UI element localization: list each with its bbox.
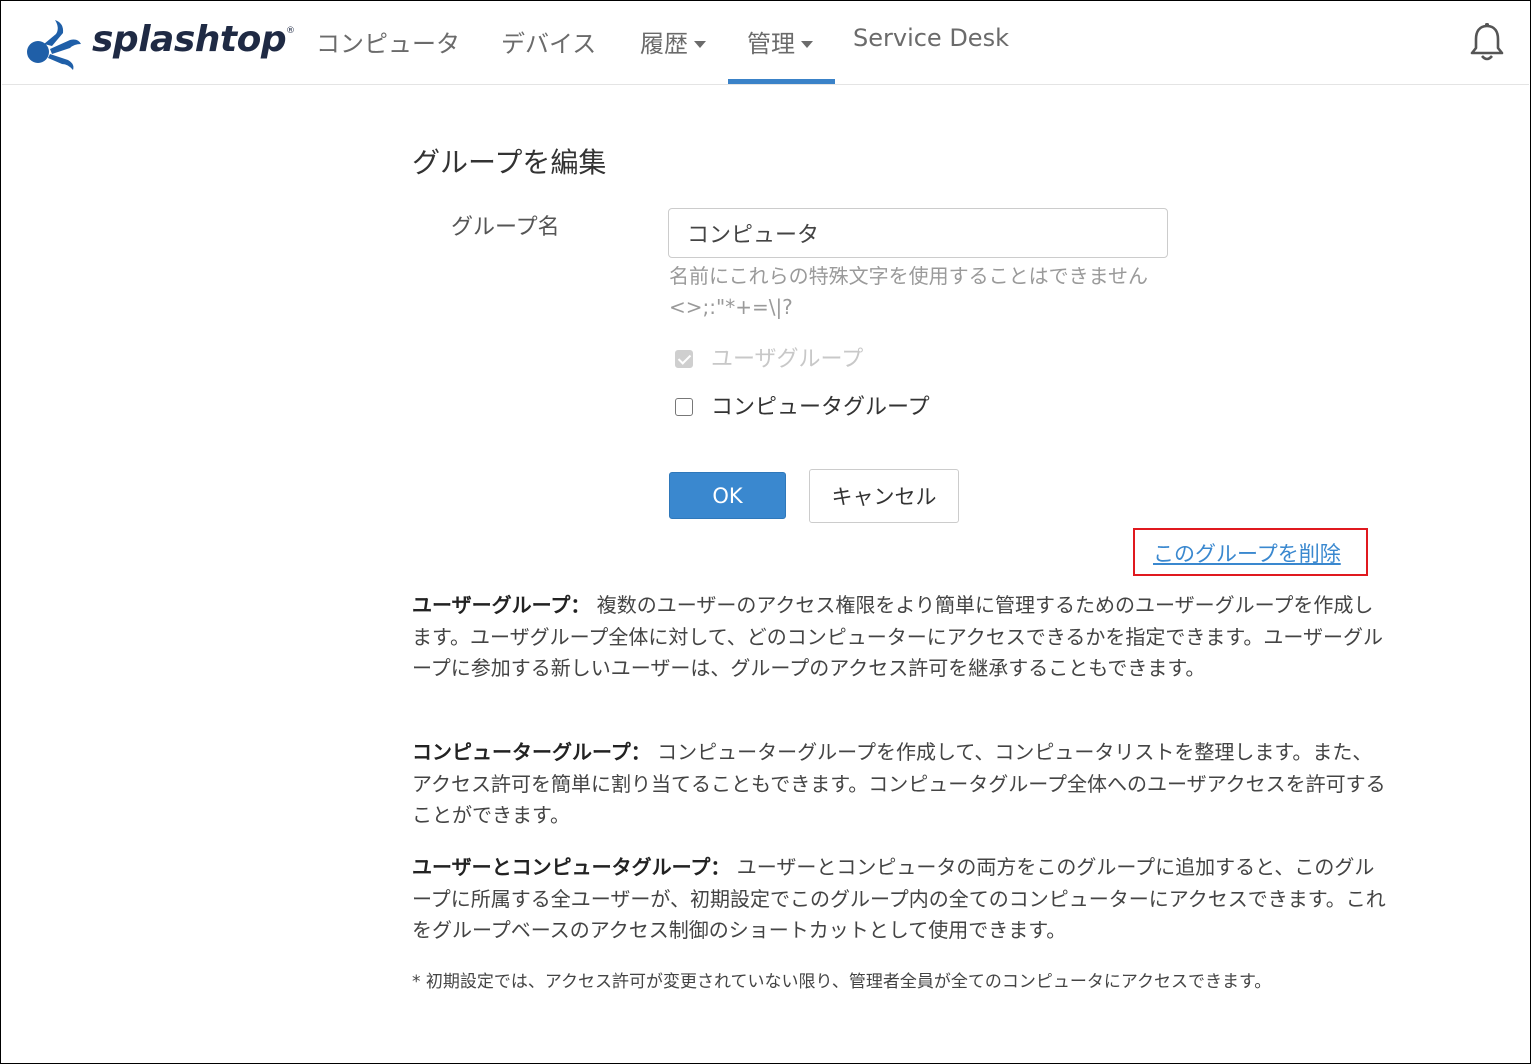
- nav-history[interactable]: 履歴: [640, 24, 706, 59]
- caret-down-icon: [694, 41, 706, 48]
- nav-active-indicator: [728, 79, 835, 84]
- nav-devices[interactable]: デバイス: [501, 24, 596, 59]
- user-group-checkbox[interactable]: [675, 350, 693, 368]
- description-term: ユーザーグループ：: [412, 593, 591, 617]
- brand-name: splashtop: [92, 19, 287, 60]
- description-term: ユーザーとコンピュータグループ：: [412, 855, 731, 879]
- page-title: グループを編集: [412, 146, 607, 179]
- group-name-label: グループ名: [451, 215, 560, 240]
- app-frame: splashtop ® コンピュータ デバイス 履歴 管理 Service De…: [0, 0, 1531, 1064]
- nav-history-label: 履歴: [640, 30, 688, 58]
- footnote: * 初期設定では、アクセス許可が変更されていない限り、管理者全員が全てのコンピュ…: [412, 972, 1272, 992]
- bell-icon[interactable]: [1469, 22, 1505, 62]
- nav-management-label: 管理: [747, 30, 795, 58]
- computer-group-checkbox-row: コンピュータグループ: [675, 389, 930, 421]
- nav-management[interactable]: 管理: [747, 24, 813, 59]
- group-name-input[interactable]: [668, 208, 1168, 258]
- delete-group-link[interactable]: このグループを削除: [1153, 538, 1341, 568]
- computer-group-checkbox-label: コンピュータグループ: [711, 395, 930, 420]
- user-group-checkbox-label: ユーザグループ: [711, 347, 864, 372]
- user-group-description: ユーザーグループ： 複数のユーザーのアクセス権限をより簡単に管理するためのユーザ…: [412, 590, 1387, 685]
- nav-service-desk[interactable]: Service Desk: [853, 24, 1009, 52]
- brand-registered-mark: ®: [286, 26, 295, 36]
- cancel-button[interactable]: キャンセル: [809, 469, 959, 523]
- nav-computers[interactable]: コンピュータ: [316, 24, 460, 59]
- top-navigation-bar: splashtop ® コンピュータ デバイス 履歴 管理 Service De…: [2, 2, 1529, 85]
- user-group-checkbox-row: ユーザグループ: [675, 341, 863, 373]
- computer-group-checkbox[interactable]: [675, 398, 693, 416]
- computer-group-description: コンピューターグループ： コンピューターグループを作成して、コンピュータリストを…: [412, 737, 1387, 832]
- user-and-computer-group-description: ユーザーとコンピュータグループ： ユーザーとコンピュータの両方をこのグループに追…: [412, 852, 1387, 947]
- ok-button[interactable]: OK: [669, 472, 786, 519]
- caret-down-icon: [801, 41, 813, 48]
- group-name-hint: 名前にこれらの特殊文字を使用することはできません <>;:"*+=\|?: [669, 264, 1148, 319]
- description-term: コンピューターグループ：: [412, 740, 651, 764]
- splashtop-logo-icon[interactable]: [22, 14, 84, 70]
